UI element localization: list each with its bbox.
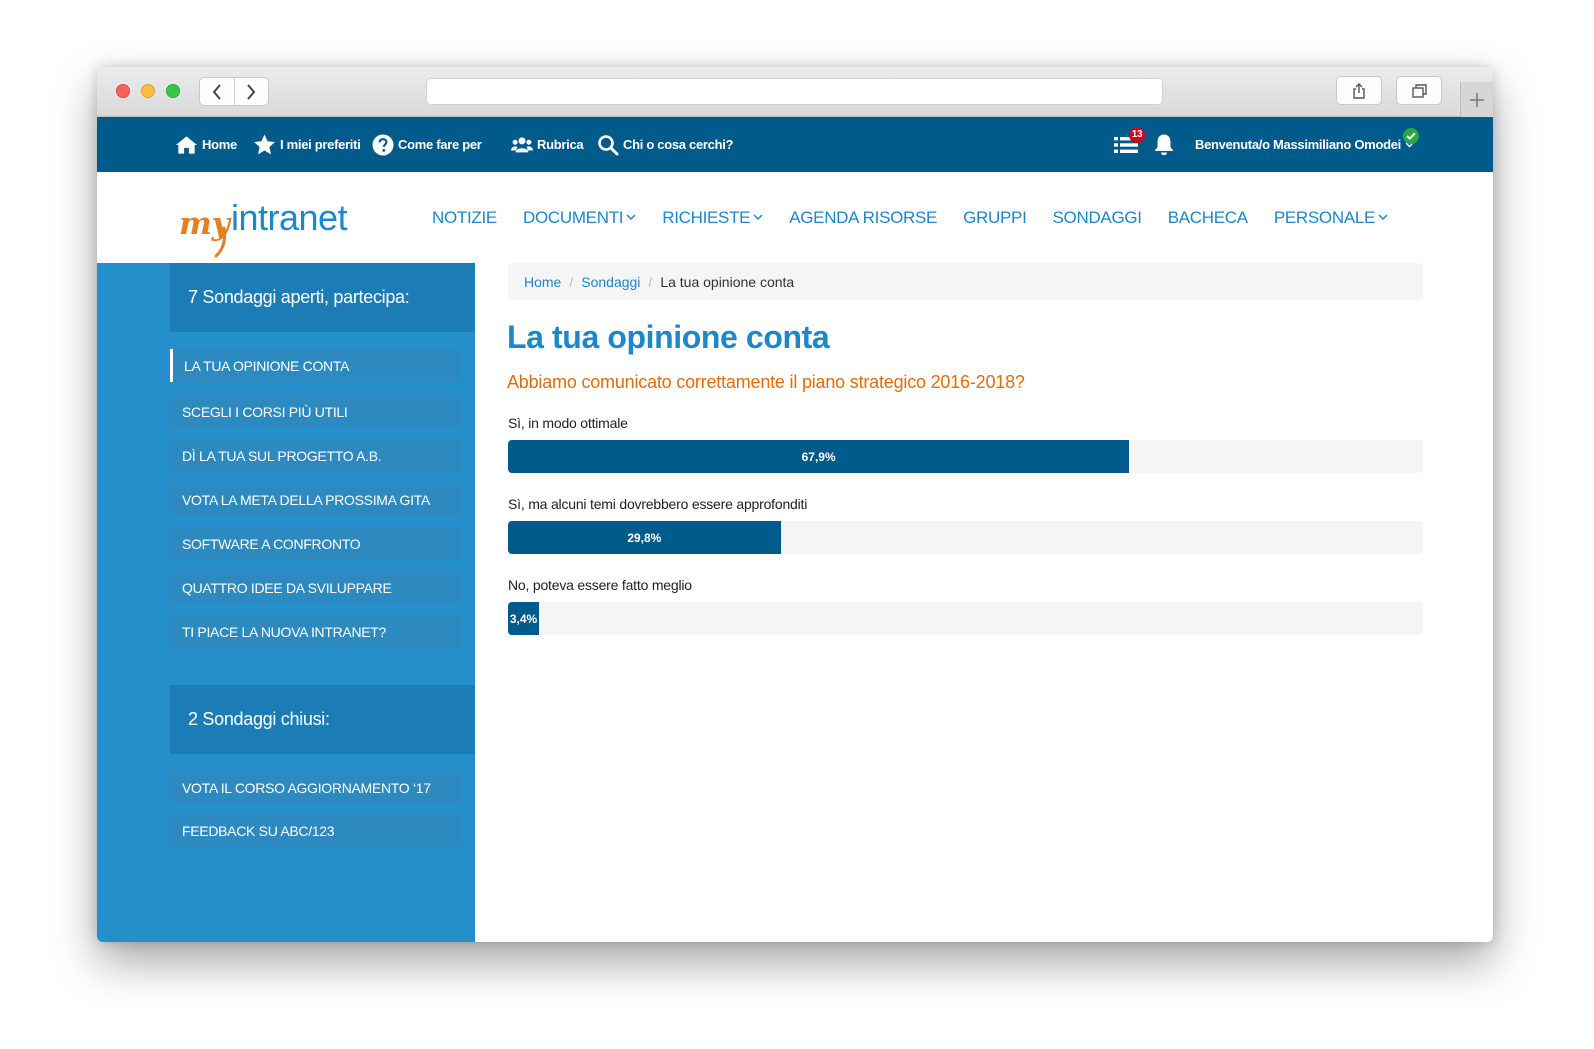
contacts-link-label: Rubrica bbox=[537, 137, 584, 152]
sidebar-closed-survey-item[interactable]: VOTA IL CORSO AGGIORNAMENTO ‘17 bbox=[170, 771, 461, 804]
tasks-count-badge: 13 bbox=[1129, 127, 1145, 143]
back-button[interactable] bbox=[200, 78, 234, 105]
poll-option-label: No, poteva essere fatto meglio bbox=[508, 577, 692, 593]
poll-result-fill: 67,9% bbox=[508, 440, 1130, 473]
nav-bacheca-label: BACHECA bbox=[1167, 207, 1248, 227]
nav-documenti[interactable]: DOCUMENTI bbox=[523, 208, 636, 228]
breadcrumb-current: La tua opinione conta bbox=[660, 273, 795, 290]
verified-check-icon bbox=[1403, 128, 1419, 144]
favorites-link-label: I miei preferiti bbox=[280, 137, 361, 152]
nav-agenda-risorse[interactable]: AGENDA RISORSE bbox=[789, 208, 937, 228]
forward-button[interactable] bbox=[233, 78, 269, 105]
sidebar-survey-item[interactable]: LA TUA OPINIONE CONTA bbox=[170, 349, 461, 382]
search-link[interactable]: Chi o cosa cerchi? bbox=[597, 117, 734, 172]
howto-link[interactable]: Come fare per bbox=[372, 117, 482, 172]
nav-richieste-label: RICHIESTE bbox=[662, 207, 751, 227]
search-icon bbox=[598, 134, 619, 155]
breadcrumb-separator: / bbox=[569, 273, 574, 290]
minimize-window-button[interactable] bbox=[141, 84, 155, 98]
myintranet-logo[interactable]: my intranet bbox=[179, 190, 369, 260]
contacts-link[interactable]: Rubrica bbox=[511, 117, 584, 172]
sidebar-survey-item[interactable]: QUATTRO IDEE DA SVILUPPARE bbox=[170, 571, 461, 604]
poll-result-percent: 29,8% bbox=[627, 530, 662, 545]
breadcrumb-home[interactable]: Home bbox=[524, 274, 561, 290]
closed-surveys-heading: 2 Sondaggi chiusi: bbox=[170, 685, 475, 754]
browser-window: Home I miei preferiti Come fare per Rubr… bbox=[97, 67, 1493, 942]
share-button[interactable] bbox=[1336, 76, 1382, 105]
share-icon bbox=[1353, 82, 1365, 99]
notifications-button[interactable] bbox=[1152, 117, 1176, 172]
address-bar[interactable] bbox=[426, 78, 1163, 105]
nav-notizie-label: NOTIZIE bbox=[432, 207, 497, 227]
nav-notizie[interactable]: NOTIZIE bbox=[432, 208, 497, 228]
nav-gruppi[interactable]: GRUPPI bbox=[963, 207, 1027, 228]
home-icon bbox=[175, 135, 198, 154]
site-header: my intranet NOTIZIE DOCUMENTI RICHIESTE … bbox=[97, 172, 1493, 263]
poll-option-label: Sì, in modo ottimale bbox=[508, 415, 628, 431]
close-window-button[interactable] bbox=[116, 84, 130, 98]
browser-toolbar bbox=[97, 67, 1493, 117]
nav-personale[interactable]: PERSONALE bbox=[1274, 208, 1388, 228]
tasks-button[interactable]: 13 bbox=[1114, 117, 1145, 172]
sidebar-survey-item[interactable]: DÌ LA TUA SUL PROGETTO A.B. bbox=[170, 439, 461, 472]
breadcrumb: Home / Sondaggi / La tua opinione conta bbox=[508, 263, 1423, 300]
poll-result-percent: 3,4% bbox=[509, 611, 538, 626]
poll-result-bar: 67,9% bbox=[508, 440, 1423, 473]
chevron-down-icon bbox=[1378, 214, 1388, 221]
favorites-link[interactable]: I miei preferiti bbox=[253, 117, 361, 172]
welcome-text: Benvenuta/o Massimiliano Omodei bbox=[1195, 137, 1401, 152]
search-link-label: Chi o cosa cerchi? bbox=[623, 137, 734, 152]
poll-result-bar: 29,8% bbox=[508, 521, 1423, 554]
sidebar-survey-item[interactable]: VOTA LA META DELLA PROSSIMA GITA bbox=[170, 483, 461, 516]
logo-intranet: intranet bbox=[231, 197, 348, 238]
user-menu[interactable]: Benvenuta/o Massimiliano Omodei bbox=[1195, 117, 1414, 172]
nav-sondaggi-label: SONDAGGI bbox=[1052, 207, 1143, 227]
sidebar-survey-item[interactable]: SOFTWARE A CONFRONTO bbox=[170, 527, 461, 560]
nav-sondaggi[interactable]: SONDAGGI bbox=[1052, 207, 1143, 228]
main-nav: NOTIZIE DOCUMENTI RICHIESTE AGENDA RISOR… bbox=[432, 172, 1414, 263]
zoom-window-button[interactable] bbox=[166, 84, 180, 98]
home-link-label: Home bbox=[202, 137, 237, 152]
chevron-down-icon bbox=[626, 214, 636, 221]
nav-bacheca[interactable]: BACHECA bbox=[1168, 208, 1248, 228]
show-tabs-button[interactable] bbox=[1396, 76, 1442, 105]
nav-documenti-label: DOCUMENTI bbox=[522, 207, 624, 227]
sidebar-survey-item[interactable]: SCEGLI I CORSI PIÙ UTILI bbox=[170, 395, 461, 428]
chevron-right-icon bbox=[247, 83, 256, 100]
poll-result-bar: 3,4% bbox=[508, 602, 1423, 635]
plus-icon bbox=[1470, 92, 1484, 107]
howto-link-label: Come fare per bbox=[398, 137, 482, 152]
open-surveys-heading: 7 Sondaggi aperti, partecipa: bbox=[170, 263, 475, 332]
sidebar-closed-survey-item[interactable]: FEEDBACK SU ABC/123 bbox=[170, 814, 461, 847]
nav-agenda-risorse-label: AGENDA RISORSE bbox=[789, 207, 938, 227]
nav-richieste[interactable]: RICHIESTE bbox=[662, 208, 763, 228]
question-circle-icon bbox=[372, 134, 394, 155]
poll-result-fill: 3,4% bbox=[508, 602, 540, 635]
history-nav bbox=[199, 77, 269, 106]
surveys-sidebar: 7 Sondaggi aperti, partecipa: LA TUA OPI… bbox=[97, 263, 475, 942]
bell-icon bbox=[1154, 134, 1174, 155]
page-title: La tua opinione conta bbox=[507, 319, 830, 355]
home-link[interactable]: Home bbox=[175, 117, 237, 172]
poll-option-label: Sì, ma alcuni temi dovrebbero essere app… bbox=[508, 496, 808, 512]
nav-gruppi-label: GRUPPI bbox=[963, 207, 1027, 227]
new-tab-button[interactable] bbox=[1460, 82, 1493, 117]
chevron-left-icon bbox=[212, 83, 221, 100]
breadcrumb-sondaggi[interactable]: Sondaggi bbox=[581, 274, 640, 290]
sidebar-survey-item[interactable]: TI PIACE LA NUOVA INTRANET? bbox=[170, 615, 461, 648]
poll-result-percent: 67,9% bbox=[801, 449, 836, 464]
tabs-icon bbox=[1412, 83, 1427, 98]
chevron-down-icon bbox=[753, 214, 763, 221]
users-icon bbox=[511, 136, 533, 152]
star-icon bbox=[253, 133, 276, 154]
poll-result-fill: 29,8% bbox=[508, 521, 781, 554]
top-utility-bar: Home I miei preferiti Come fare per Rubr… bbox=[97, 117, 1493, 172]
breadcrumb-separator: / bbox=[648, 273, 653, 290]
nav-personale-label: PERSONALE bbox=[1273, 207, 1376, 227]
poll-question: Abbiamo comunicato correttamente il pian… bbox=[507, 372, 1025, 392]
